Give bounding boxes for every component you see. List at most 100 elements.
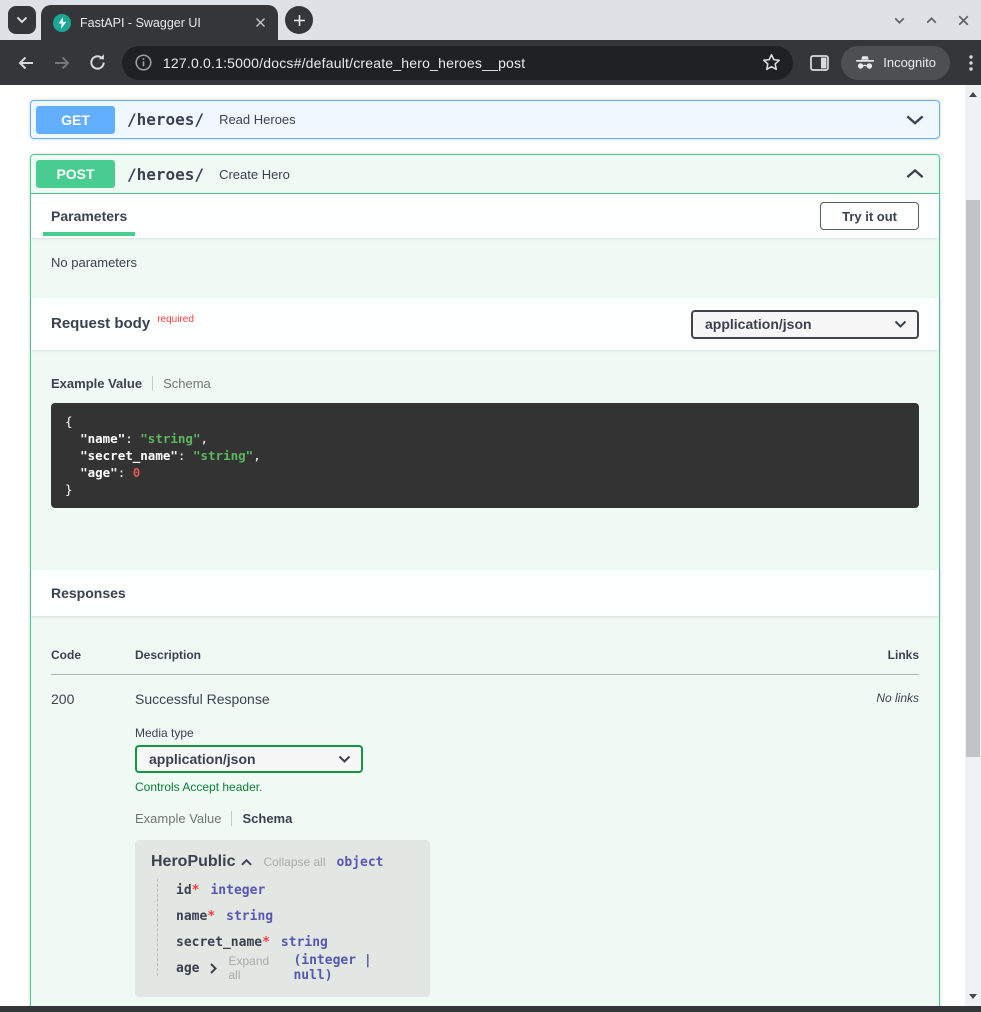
property-expand-button[interactable] [210, 963, 217, 974]
request-media-type-select[interactable]: application/json [691, 310, 919, 339]
bookmark-star-icon[interactable] [762, 53, 781, 72]
chevron-up-icon [906, 169, 924, 179]
response-row-422: 422 Validation Error No links [51, 997, 919, 1006]
back-button[interactable] [14, 53, 38, 73]
response-media-type-value: application/json [149, 751, 256, 767]
responses-header: Responses [31, 570, 939, 616]
response-links: No links [835, 691, 919, 997]
tab-schema[interactable]: Schema [242, 811, 292, 826]
parameters-header: Parameters Try it out [31, 194, 939, 238]
post-path: /heroes/ [127, 165, 204, 184]
chevron-down-icon [892, 13, 907, 28]
chevron-down-icon [338, 755, 351, 763]
required-star: * [192, 883, 200, 898]
responses-table: Code Description Links 200 Successful Re… [31, 616, 939, 1006]
incognito-badge: Incognito [841, 46, 950, 80]
schema-property-name: name* [176, 909, 215, 924]
tab-search-button[interactable] [8, 6, 36, 34]
media-type-label: Media type [135, 726, 835, 740]
responses-title: Responses [51, 585, 126, 601]
chevron-down-icon [894, 320, 907, 328]
get-method-badge: GET [36, 106, 115, 134]
tab-example-value[interactable]: Example Value [51, 376, 142, 391]
scrollbar-thumb[interactable] [966, 200, 980, 757]
chevron-up-icon [924, 13, 939, 28]
responses-table-header: Code Description Links [51, 648, 919, 675]
swagger-ui: GET /heroes/ Read Heroes POST /heroes/ C… [0, 85, 965, 1006]
request-body-content: Example Value Schema { "name": "string",… [31, 350, 939, 508]
scrollbar[interactable] [965, 85, 981, 1006]
chevron-down-icon [906, 115, 924, 125]
no-parameters-text: No parameters [31, 238, 939, 298]
post-summary-row[interactable]: POST /heroes/ Create Hero [31, 155, 939, 194]
site-info-icon[interactable] [135, 54, 152, 71]
window-minimize-button[interactable] [892, 13, 907, 28]
address-bar[interactable]: 127.0.0.1:5000/docs#/default/create_hero… [122, 46, 793, 80]
tab-strip: FastAPI - Swagger UI [0, 0, 981, 40]
post-collapse-button[interactable] [906, 169, 924, 179]
window-controls [892, 7, 971, 33]
tab-close-icon[interactable] [252, 15, 268, 31]
kebab-menu-icon [969, 55, 973, 71]
schema-property-type: (integer | null) [293, 953, 414, 983]
incognito-icon [855, 55, 875, 70]
browser-menu-button[interactable] [961, 55, 981, 71]
window-maximize-button[interactable] [924, 13, 939, 28]
fastapi-favicon-icon [53, 14, 71, 32]
model-collapse-toggle[interactable]: HeroPublic [151, 853, 252, 871]
schema-property-type: integer [210, 883, 265, 898]
schema-model-box: HeroPublic Collapse all object id*intege… [135, 840, 430, 997]
parameters-title: Parameters [51, 208, 127, 224]
model-properties: id*integername*stringsecret_name*stringa… [157, 879, 414, 976]
url-text[interactable]: 127.0.0.1:5000/docs#/default/create_hero… [163, 55, 762, 71]
browser-toolbar: 127.0.0.1:5000/docs#/default/create_hero… [0, 40, 981, 85]
tab-schema[interactable]: Schema [163, 376, 211, 391]
reload-button[interactable] [86, 53, 110, 72]
side-panel-icon [810, 55, 829, 71]
browser-tab[interactable]: FastAPI - Swagger UI [41, 5, 278, 40]
browser-window: { "browser": { "tab": { "title": "FastAP… [0, 0, 981, 1012]
side-panel-button[interactable] [806, 55, 832, 71]
expand-all-link[interactable]: Expand all [228, 954, 282, 982]
incognito-label: Incognito [883, 55, 936, 70]
scroll-up-arrow-icon[interactable] [969, 92, 977, 97]
scroll-down-arrow-icon[interactable] [969, 994, 977, 999]
model-name: HeroPublic [151, 853, 235, 871]
forward-button[interactable] [50, 53, 74, 73]
schema-property-row: id*integer [176, 882, 414, 898]
opblock-post-heroes: POST /heroes/ Create Hero Parameters Try… [30, 154, 940, 1006]
request-media-type-value: application/json [705, 316, 812, 332]
opblock-get-heroes: GET /heroes/ Read Heroes [30, 100, 940, 139]
tab-example-value[interactable]: Example Value [135, 811, 221, 826]
back-arrow-icon [16, 53, 36, 73]
request-body-header: Request bodyrequired application/json [31, 298, 939, 350]
schema-property-type: string [281, 935, 328, 950]
column-links: Links [835, 648, 919, 662]
column-description: Description [135, 648, 835, 662]
new-tab-button[interactable] [285, 6, 313, 34]
schema-property-name: secret_name* [176, 935, 270, 950]
request-body-title: Request body [51, 315, 150, 332]
page-content: GET /heroes/ Read Heroes POST /heroes/ C… [0, 85, 965, 1006]
tab-divider [152, 376, 153, 391]
column-code: Code [51, 648, 135, 662]
get-expand-button[interactable] [906, 115, 924, 125]
model-type: object [337, 855, 384, 870]
response-row-200: 200 Successful Response Media type appli… [51, 675, 919, 997]
get-summary-row[interactable]: GET /heroes/ Read Heroes [31, 101, 939, 138]
model-header: HeroPublic Collapse all object [151, 853, 414, 871]
response-description-cell: Successful Response Media type applicati… [135, 691, 835, 997]
response-media-type-select[interactable]: application/json [135, 745, 363, 773]
try-it-out-button[interactable]: Try it out [820, 202, 919, 230]
tab-title: FastAPI - Swagger UI [80, 16, 243, 30]
chevron-up-icon [241, 859, 252, 866]
chevron-right-icon [210, 963, 217, 974]
window-close-button[interactable] [956, 13, 971, 28]
get-summary: Read Heroes [219, 112, 906, 127]
get-path: /heroes/ [127, 110, 204, 129]
close-icon [956, 13, 971, 28]
schema-property-name: age [176, 961, 199, 976]
plus-icon [293, 14, 306, 27]
response-code: 200 [51, 691, 135, 997]
collapse-all-link[interactable]: Collapse all [263, 855, 325, 869]
